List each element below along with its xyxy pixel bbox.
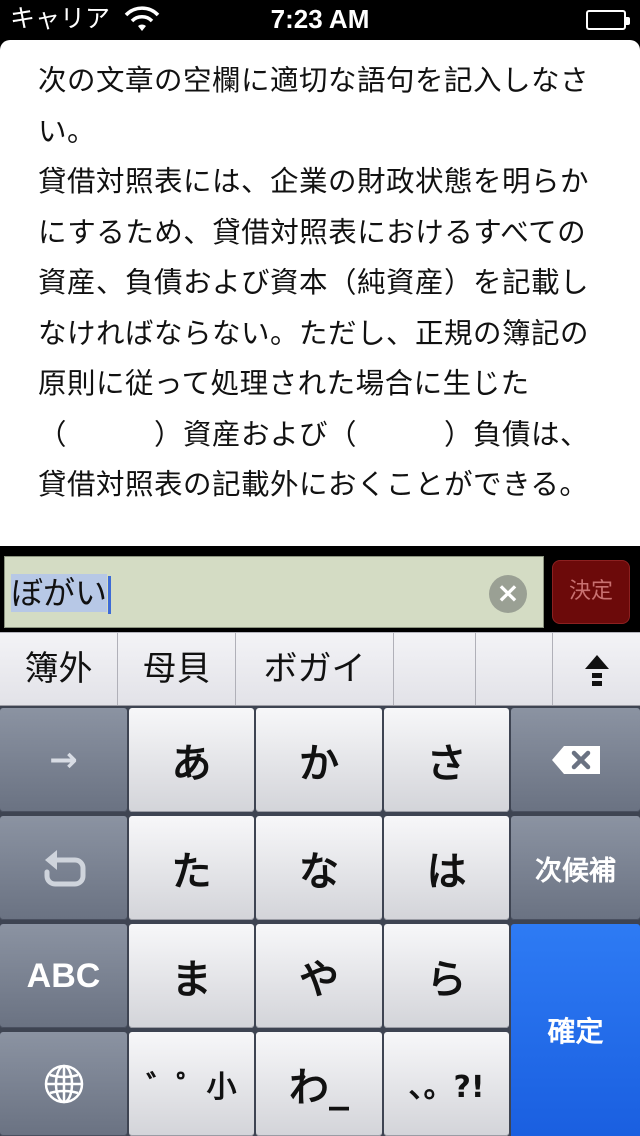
key-ra[interactable]: ら (384, 924, 509, 1028)
key-wa[interactable]: わ_ (256, 1032, 382, 1136)
globe-icon (44, 1064, 83, 1104)
abc-label: ABC (26, 956, 101, 995)
candidate-bar: 簿外 母貝 ボガイ (0, 632, 640, 706)
next-candidate-key[interactable]: 次候補 (511, 816, 640, 920)
clear-icon[interactable]: × (489, 575, 527, 613)
backspace-icon (551, 746, 600, 774)
key-ka[interactable]: か (256, 708, 382, 812)
key-ma[interactable]: ま (129, 924, 254, 1028)
undo-icon (44, 850, 85, 887)
punctuation-label: 、。?! (408, 1070, 485, 1105)
key-punctuation[interactable]: 、。?! (384, 1032, 509, 1136)
dakuten-label: ゛゜小 (146, 1070, 237, 1105)
question-panel[interactable]: 次の文章の空欄に適切な語句を記入しなさい。 貸借対照表には、企業の財政状態を明ら… (0, 40, 640, 546)
answer-bar: ぼがい × 決定 (0, 546, 640, 632)
next-candidate-label: 次候補 (535, 855, 616, 887)
question-text: 次の文章の空欄に適切な語句を記入しなさい。 貸借対照表には、企業の財政状態を明ら… (38, 64, 590, 501)
abc-key[interactable]: ABC (0, 924, 127, 1028)
candidate-item[interactable] (476, 633, 552, 705)
key-na[interactable]: な (256, 816, 382, 920)
answer-input[interactable]: ぼがい × (4, 556, 544, 628)
key-a[interactable]: あ (129, 708, 254, 812)
candidate-item[interactable]: ボガイ (236, 633, 394, 705)
text-caret (108, 576, 112, 614)
globe-key[interactable] (0, 1032, 127, 1136)
undo-key[interactable] (0, 816, 127, 920)
candidate-item[interactable]: 簿外 (0, 633, 118, 705)
key-sa[interactable]: さ (384, 708, 509, 812)
key-dakuten[interactable]: ゛゜小 (129, 1032, 254, 1136)
key-ha[interactable]: は (384, 816, 509, 920)
key-ya[interactable]: や (256, 924, 382, 1028)
candidate-expand-button[interactable] (552, 633, 640, 705)
backspace-key[interactable] (511, 708, 640, 812)
kana-keyboard: → あ か さ た な は 次候補 ABC ま や ら 確定 ゛゜小 わ_ 、。… (0, 706, 640, 1136)
expand-arrow-icon (585, 655, 609, 686)
answer-input-value: ぼがい (11, 574, 108, 612)
status-bar: キャリア 7:23 AM (0, 0, 640, 40)
candidate-item[interactable]: 母貝 (118, 633, 236, 705)
key-ta[interactable]: た (129, 816, 254, 920)
arrow-right-icon: → (49, 740, 78, 780)
decide-button[interactable]: 決定 (552, 560, 630, 624)
clock: 7:23 AM (270, 4, 370, 34)
confirm-key[interactable]: 確定 (511, 924, 640, 1136)
cursor-right-key[interactable]: → (0, 708, 127, 812)
candidate-item[interactable] (394, 633, 476, 705)
battery-icon (586, 10, 630, 30)
